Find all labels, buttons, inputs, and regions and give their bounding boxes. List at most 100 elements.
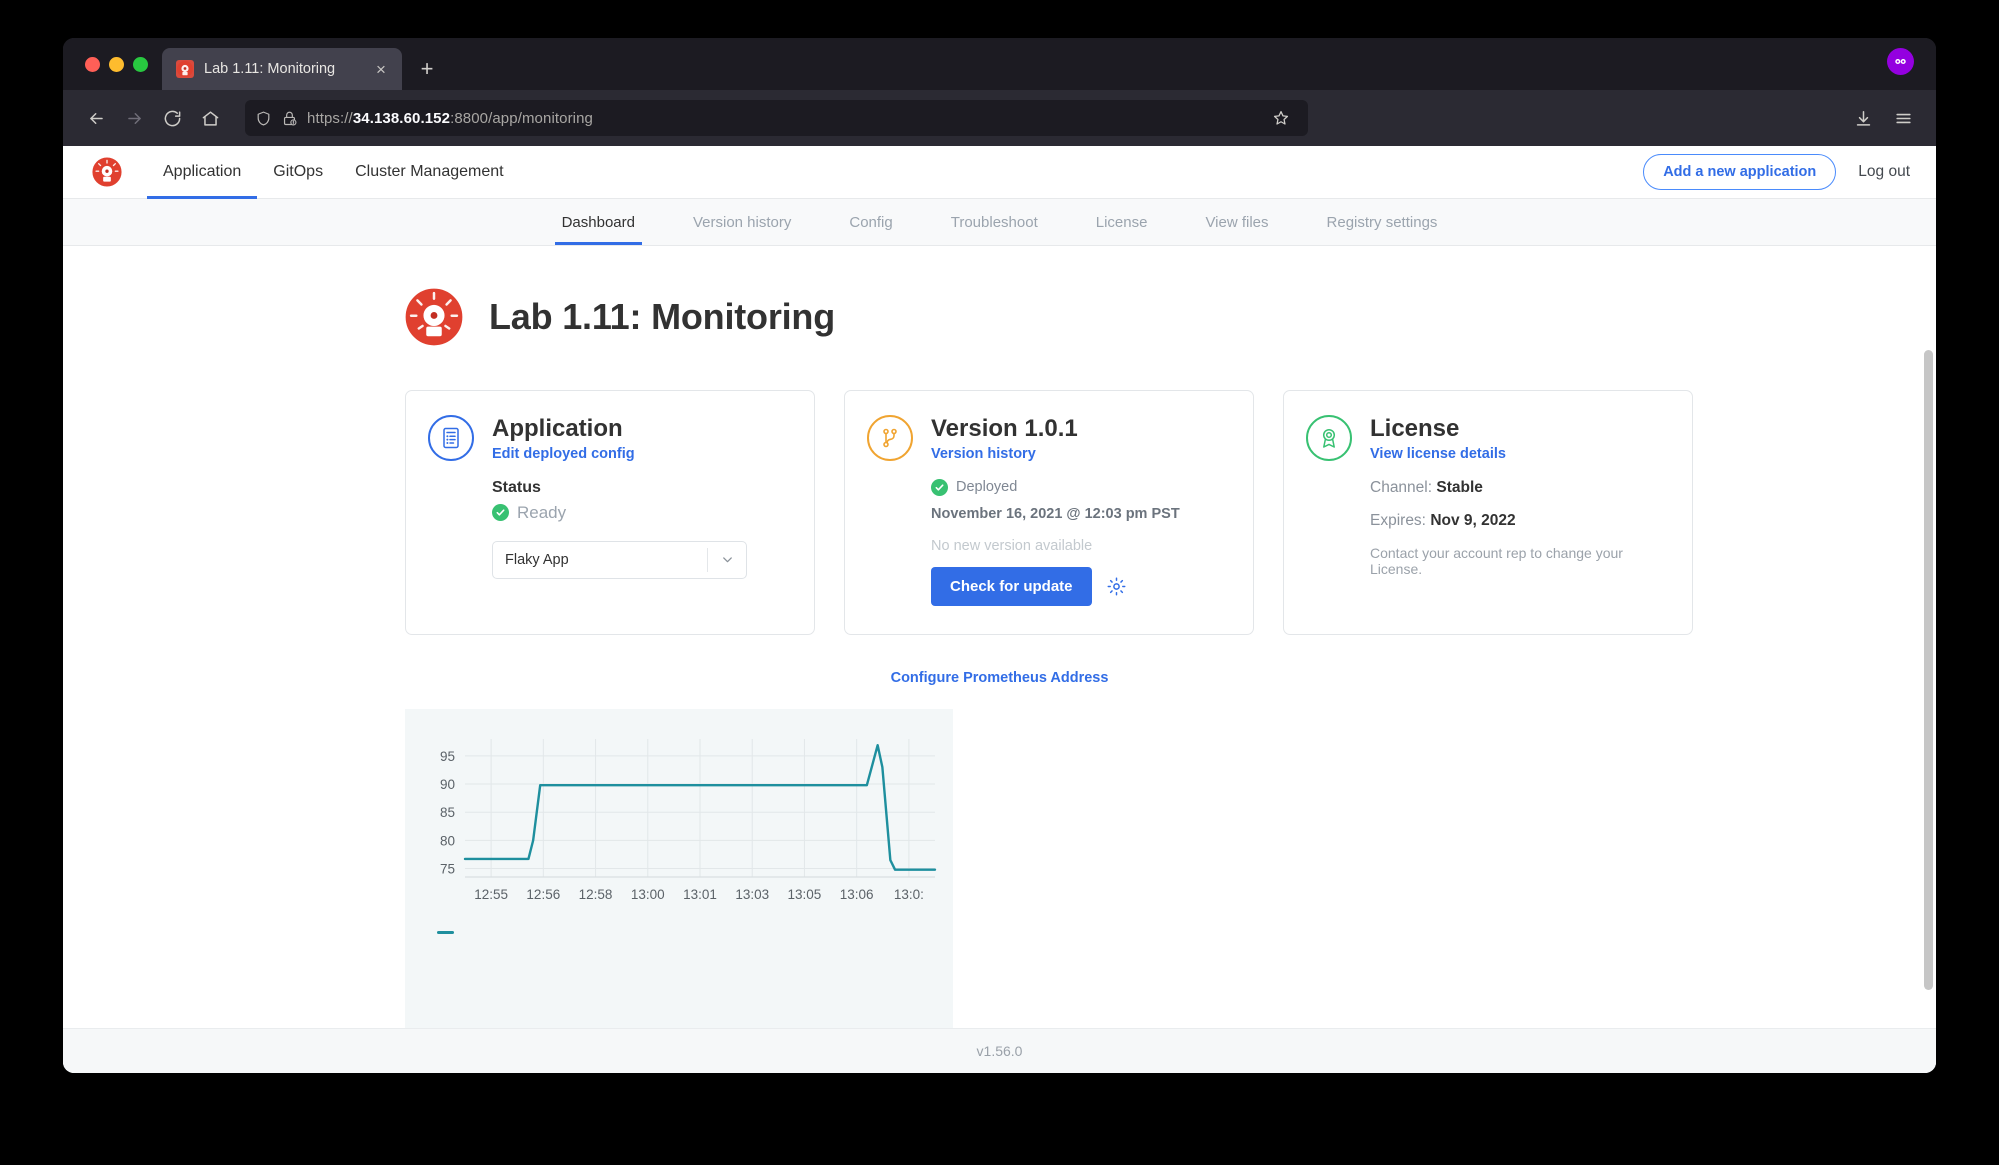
tab-version-history[interactable]: Version history: [664, 199, 820, 245]
monitoring-chart-panel: 75 80 85 90 95 12:55 12:56 12:58 13:00 13:01 13:03…: [405, 709, 953, 1054]
tab-dashboard[interactable]: Dashboard: [533, 199, 664, 245]
check-circle-icon: [931, 478, 948, 496]
pocket-badge-icon[interactable]: [1887, 48, 1914, 75]
forward-arrow-icon[interactable]: [117, 101, 151, 135]
version-card-head: Version 1.0.1 Version history: [867, 415, 1229, 463]
topnav-items: Application GitOps Cluster Management: [147, 146, 520, 199]
monitoring-chart: 75 80 85 90 95 12:55 12:56 12:58 13:00 13:01 13:03…: [440, 739, 937, 902]
version-card: Version 1.0.1 Version history Deployed N…: [844, 390, 1254, 635]
svg-text:13:03: 13:03: [735, 887, 769, 902]
tab-view-files[interactable]: View files: [1176, 199, 1297, 245]
deployed-label: Deployed: [956, 479, 1018, 496]
url-bar[interactable]: https://34.138.60.152:8800/app/monitorin…: [245, 100, 1308, 136]
status-value: Ready: [517, 502, 567, 522]
maximize-window-button[interactable]: [133, 56, 148, 72]
tab-title: Lab 1.11: Monitoring: [204, 61, 336, 77]
kots-app-logo-icon[interactable]: [91, 156, 123, 188]
document-list-icon: [428, 415, 474, 461]
topnav-item-cluster-management[interactable]: Cluster Management: [339, 146, 520, 199]
version-history-link[interactable]: Version history: [931, 446, 1036, 462]
topnav-item-gitops[interactable]: GitOps: [257, 146, 339, 199]
shield-icon[interactable]: [255, 110, 272, 127]
check-for-update-button[interactable]: Check for update: [931, 566, 1092, 606]
tab-troubleshoot[interactable]: Troubleshoot: [922, 199, 1067, 245]
license-channel-label: Channel:: [1370, 478, 1433, 496]
page-title: Lab 1.11: Monitoring: [489, 296, 836, 337]
home-icon[interactable]: [193, 101, 227, 135]
tab-config[interactable]: Config: [820, 199, 921, 245]
status-row: Ready: [492, 503, 790, 523]
git-branch-icon: [867, 415, 913, 461]
application-select-value: Flaky App: [505, 551, 569, 568]
svg-text:13:05: 13:05: [788, 887, 822, 902]
page-scrollbar-thumb[interactable]: [1924, 350, 1933, 990]
download-icon[interactable]: [1846, 101, 1880, 135]
prometheus-link-wrap: Configure Prometheus Address: [63, 669, 1936, 687]
tab-close-icon[interactable]: ×: [370, 58, 392, 80]
license-card-head: License View license details: [1306, 415, 1668, 463]
app-header: Lab 1.11: Monitoring: [63, 286, 1936, 348]
new-tab-button[interactable]: +: [410, 48, 444, 90]
browser-tab[interactable]: Lab 1.11: Monitoring ×: [162, 48, 402, 90]
svg-text:80: 80: [440, 833, 455, 848]
star-icon[interactable]: [1264, 101, 1298, 135]
page-viewport: Application GitOps Cluster Management Ad…: [63, 146, 1936, 1073]
license-card: License View license details Channel: St…: [1283, 390, 1693, 635]
svg-text:13:01: 13:01: [683, 887, 717, 902]
status-label: Status: [492, 478, 541, 496]
logout-link[interactable]: Log out: [1858, 163, 1910, 181]
dashboard-cards: Application Edit deployed config Status …: [63, 390, 1936, 635]
application-select[interactable]: Flaky App: [492, 540, 747, 579]
tab-license[interactable]: License: [1067, 199, 1177, 245]
update-row: Check for update: [931, 566, 1229, 606]
topnav-item-application[interactable]: Application: [147, 146, 258, 199]
deployed-row: Deployed: [931, 478, 1229, 496]
url-text[interactable]: https://34.138.60.152:8800/app/monitorin…: [307, 110, 593, 127]
window-traffic-lights: [79, 38, 162, 90]
version-card-title: Version 1.0.1: [931, 415, 1078, 442]
svg-text:12:55: 12:55: [474, 887, 508, 902]
browser-nav-toolbar: https://34.138.60.152:8800/app/monitorin…: [63, 90, 1936, 146]
check-circle-icon: [492, 504, 509, 522]
view-license-details-link[interactable]: View license details: [1370, 446, 1506, 462]
hamburger-menu-icon[interactable]: [1886, 101, 1920, 135]
browser-toolbar-right: [1846, 101, 1920, 135]
reload-icon[interactable]: [155, 101, 189, 135]
back-arrow-icon[interactable]: [79, 101, 113, 135]
license-card-body: Channel: Stable Expires: Nov 9, 2022 Con…: [1306, 479, 1668, 577]
application-card-body: Status Ready Flaky App: [428, 479, 790, 579]
topnav-right: Add a new application Log out: [1643, 154, 1910, 190]
footer-version-label: v1.56.0: [976, 1043, 1023, 1059]
chevron-down-icon[interactable]: [708, 552, 746, 567]
dashboard-content: Lab 1.11: Monitoring Application Edit de…: [63, 246, 1936, 1073]
browser-tab-strip: Lab 1.11: Monitoring × +: [63, 38, 1936, 90]
add-new-application-button[interactable]: Add a new application: [1643, 154, 1837, 190]
minimize-window-button[interactable]: [109, 56, 124, 72]
license-expires-row: Expires: Nov 9, 2022: [1370, 512, 1668, 530]
svg-text:13:0:: 13:0:: [894, 887, 924, 902]
application-card-head: Application Edit deployed config: [428, 415, 790, 463]
license-note: Contact your account rep to change your …: [1370, 544, 1623, 577]
svg-text:12:58: 12:58: [579, 887, 613, 902]
license-expires-value: Nov 9, 2022: [1430, 511, 1516, 529]
application-card-title: Application: [492, 415, 623, 442]
license-card-title: License: [1370, 415, 1460, 442]
svg-text:12:56: 12:56: [526, 887, 560, 902]
chart-legend-swatch: [437, 931, 454, 934]
license-channel-value: Stable: [1436, 478, 1483, 496]
application-card: Application Edit deployed config Status …: [405, 390, 815, 635]
tab-registry-settings[interactable]: Registry settings: [1298, 199, 1467, 245]
no-new-version-text: No new version available: [931, 537, 1093, 554]
app-header-logo-icon: [403, 286, 465, 348]
app-subnav: Dashboard Version history Config Trouble…: [63, 199, 1936, 246]
svg-text:85: 85: [440, 805, 455, 820]
configure-prometheus-address-link[interactable]: Configure Prometheus Address: [891, 670, 1109, 686]
app-topnav: Application GitOps Cluster Management Ad…: [63, 146, 1936, 199]
gear-icon[interactable]: [1106, 575, 1128, 597]
license-channel-row: Channel: Stable: [1370, 479, 1668, 497]
lock-warning-icon[interactable]: [281, 110, 298, 127]
close-window-button[interactable]: [85, 56, 100, 72]
license-expires-label: Expires:: [1370, 511, 1426, 529]
edit-deployed-config-link[interactable]: Edit deployed config: [492, 446, 635, 462]
tab-favicon-icon: [176, 60, 194, 78]
